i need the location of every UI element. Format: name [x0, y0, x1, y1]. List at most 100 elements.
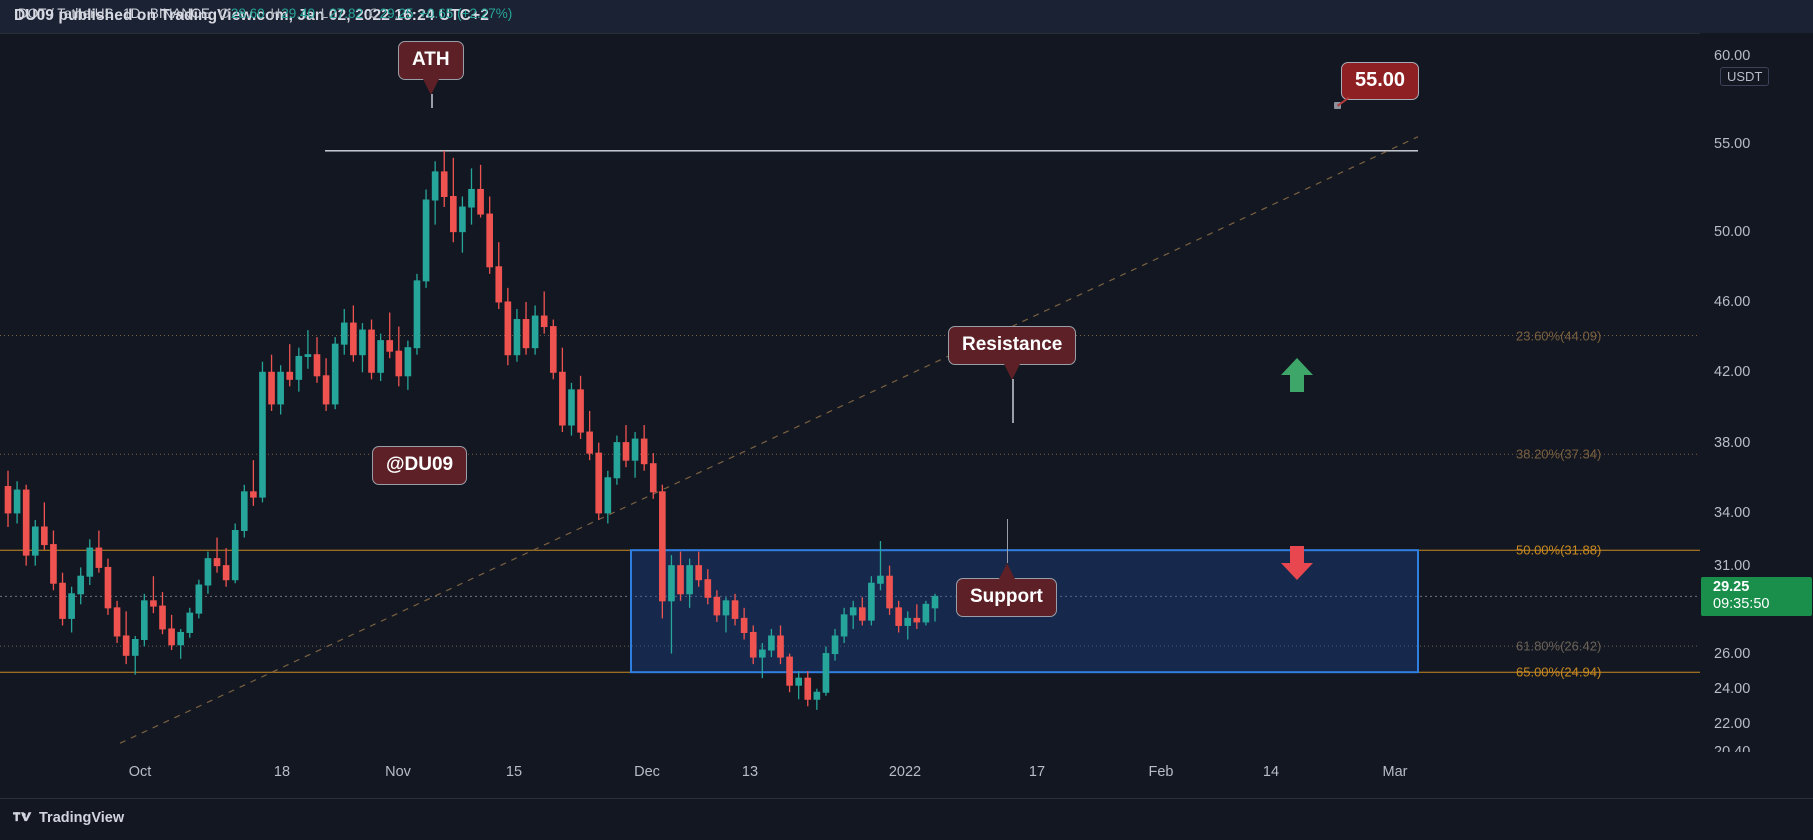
- price-axis-tick: 34.00: [1714, 504, 1751, 521]
- candle: [495, 242, 503, 309]
- candle: [868, 576, 875, 626]
- legend-symbol[interactable]: DOT / TetherUS: [18, 6, 114, 21]
- candle: [622, 425, 630, 468]
- tradingview-glyph-icon: [13, 812, 32, 822]
- candle: [59, 572, 66, 626]
- legend-change: +0.65 (+2.27%): [419, 6, 513, 21]
- ath-callout-tail: [423, 79, 439, 95]
- up-arrow-icon: [1281, 358, 1313, 392]
- candle: [804, 671, 812, 707]
- fib-level-label: 38.20%(37.34): [1516, 446, 1602, 462]
- candle: [240, 484, 248, 538]
- candle: [286, 344, 294, 387]
- candle: [186, 607, 194, 638]
- price-axis-tick: 22.00: [1714, 715, 1751, 732]
- candle: [586, 410, 593, 461]
- candle: [250, 460, 257, 506]
- candle: [50, 530, 57, 591]
- current-price-value: 29.25: [1713, 579, 1750, 596]
- candle: [131, 635, 139, 675]
- resistance-callout-stem: [1012, 379, 1014, 423]
- price-axis-tick: 50.00: [1714, 223, 1751, 240]
- time-axis-tick: 14: [1262, 764, 1280, 780]
- candle: [604, 470, 612, 524]
- price-axis[interactable]: USDT 60.00 55.00 50.00 46.00 42.00 38.00 34.00…: [1700, 33, 1813, 760]
- candle: [386, 312, 394, 359]
- candle: [559, 347, 566, 433]
- support-callout[interactable]: Support: [956, 578, 1057, 617]
- candle: [95, 530, 103, 573]
- candle: [277, 365, 284, 415]
- candle: [295, 347, 303, 392]
- candle: [304, 330, 312, 369]
- symbol-legend[interactable]: DOT / TetherUS, 1D, BINANCE O28.60 H29.4…: [18, 6, 513, 21]
- candle: [477, 164, 484, 218]
- candle: [313, 337, 321, 383]
- candle: [413, 273, 421, 355]
- candle: [795, 671, 802, 700]
- candle: [377, 333, 384, 382]
- candle: [268, 354, 275, 411]
- price-target-badge[interactable]: 55.00: [1341, 62, 1420, 100]
- candle: [213, 537, 221, 573]
- tradingview-logo[interactable]: TradingView: [13, 810, 124, 826]
- fib-level-label: 23.60%(44.09): [1516, 328, 1602, 344]
- candle: [422, 189, 430, 288]
- ath-callout-stem: [431, 94, 433, 108]
- candle: [540, 291, 548, 334]
- candle: [359, 323, 366, 373]
- candle: [31, 519, 39, 566]
- candle: [486, 196, 493, 274]
- legend-high-value: 29.40: [281, 6, 315, 21]
- fib-level-label: 61.80%(26.42): [1516, 638, 1602, 654]
- price-axis-tick: 24.00: [1714, 680, 1751, 697]
- legend-open-key: O: [219, 6, 230, 21]
- legend-interval[interactable]: 1D: [123, 6, 140, 21]
- candle: [177, 628, 184, 659]
- candle: [531, 305, 539, 355]
- time-axis-tick: Nov: [385, 764, 411, 780]
- candle: [468, 168, 475, 225]
- candle: [150, 576, 157, 614]
- candle: [922, 600, 930, 626]
- candle: [204, 551, 212, 594]
- chart-pane[interactable]: [0, 33, 1700, 752]
- legend-high-key: H: [270, 6, 281, 21]
- legend-close-value: 29.25: [379, 6, 414, 21]
- time-axis-tick: 15: [505, 764, 523, 780]
- support-callout-stem: [1006, 519, 1008, 563]
- candle: [822, 646, 830, 696]
- watermark-badge: @DU09: [372, 446, 468, 485]
- candle: [450, 157, 457, 243]
- price-axis-tick: 26.00: [1714, 645, 1751, 662]
- legend-exchange[interactable]: BINANCE: [150, 6, 210, 21]
- candle: [659, 484, 666, 619]
- candle: [431, 161, 439, 225]
- candle: [631, 432, 639, 478]
- candle: [786, 653, 793, 693]
- candle: [568, 382, 575, 436]
- candle: [613, 435, 621, 485]
- candle: [4, 470, 12, 527]
- price-axis-tick: 46.00: [1714, 293, 1751, 310]
- price-axis-tick: 38.00: [1714, 434, 1751, 451]
- candle: [577, 375, 584, 440]
- current-price-badge[interactable]: 29.25 09:35:50: [1701, 577, 1812, 617]
- time-axis[interactable]: Oct 18 Nov 15 Dec 13 2022 17 Feb 14 Mar: [0, 752, 1813, 798]
- ath-callout[interactable]: ATH: [398, 41, 464, 80]
- candle: [340, 308, 348, 355]
- bottom-bar: TradingView: [0, 798, 1813, 840]
- fib-level-label: 50.00%(31.88): [1516, 542, 1602, 558]
- current-price-time: 09:35:50: [1713, 596, 1770, 613]
- candle: [522, 301, 530, 355]
- resistance-callout[interactable]: Resistance: [948, 326, 1077, 365]
- candle: [86, 539, 94, 585]
- price-axis-tick: 55.00: [1714, 135, 1751, 152]
- candle: [595, 442, 603, 520]
- price-axis-tick: 42.00: [1714, 364, 1751, 381]
- candle: [350, 305, 357, 362]
- candle: [222, 548, 230, 587]
- candle: [513, 308, 521, 362]
- price-axis-unit: USDT: [1720, 67, 1770, 86]
- candle: [168, 614, 175, 651]
